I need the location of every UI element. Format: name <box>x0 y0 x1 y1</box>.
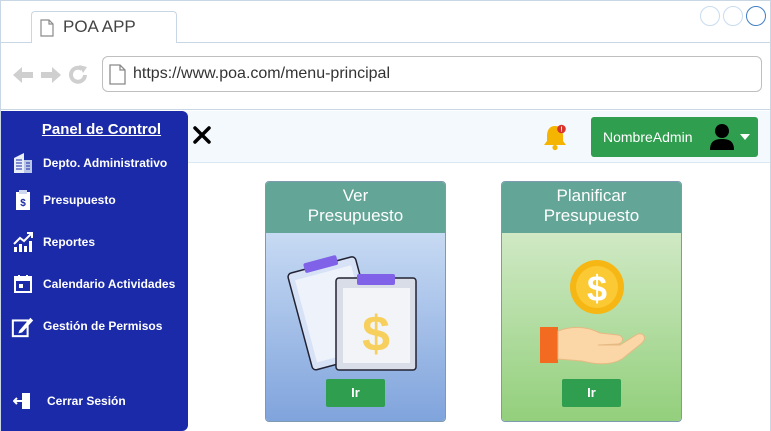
sidebar-title[interactable]: Panel de Control <box>1 121 202 138</box>
sidebar-item-label: Gestión de Permisos <box>43 319 163 333</box>
card-body: $ Ir <box>266 233 445 421</box>
card-planificar-presupuesto: Planificar Presupuesto $ Ir <box>501 181 682 422</box>
url-bar[interactable]: https://www.poa.com/menu-principal <box>102 56 762 92</box>
calendar-icon <box>11 272 35 296</box>
notification-badge: ! <box>560 127 562 134</box>
svg-text:$: $ <box>362 306 390 362</box>
sidebar-item-depto[interactable]: Depto. Administrativo <box>11 149 186 177</box>
url-text: https://www.poa.com/menu-principal <box>133 65 390 82</box>
page-icon <box>109 64 126 85</box>
sidebar-item-presupuesto[interactable]: $ Presupuesto <box>11 186 186 214</box>
nav-buttons <box>11 64 89 86</box>
card-title-line: Planificar <box>556 186 627 205</box>
notification-bell-icon[interactable]: ! <box>541 123 569 151</box>
permissions-edit-icon <box>11 314 35 338</box>
sidebar-item-label: Calendario Actividades <box>43 277 176 291</box>
sidebar-item-permisos[interactable]: Gestión de Permisos <box>11 312 186 340</box>
logout-icon <box>11 389 35 413</box>
ir-button[interactable]: Ir <box>562 379 621 407</box>
ir-button[interactable]: Ir <box>326 379 385 407</box>
forward-arrow-icon[interactable] <box>39 65 63 85</box>
user-avatar-icon <box>710 124 734 150</box>
sidebar-item-calendario[interactable]: Calendario Actividades <box>11 270 186 298</box>
chart-icon <box>11 230 35 254</box>
close-window-button[interactable] <box>746 6 766 26</box>
svg-text:$: $ <box>20 198 26 209</box>
sidebar-item-label: Reportes <box>43 235 96 249</box>
back-arrow-icon[interactable] <box>11 65 35 85</box>
budget-document-icon: $ <box>11 188 35 212</box>
browser-toolbar: https://www.poa.com/menu-principal <box>1 44 770 110</box>
window-controls <box>700 6 766 26</box>
browser-titlebar: POA APP <box>1 1 770 43</box>
card-title-line: Ver <box>342 186 369 205</box>
sidebar-item-label: Depto. Administrativo <box>43 156 168 170</box>
card-body: $ Ir <box>502 233 681 421</box>
card-title-line: Presupuesto <box>543 206 640 225</box>
sidebar-item-reportes[interactable]: Reportes <box>11 228 186 256</box>
logout-label: Cerrar Sesión <box>47 394 126 408</box>
card-title: Planificar Presupuesto <box>502 182 681 233</box>
app-content: ! NombreAdmin Panel de Control Depto. Ad… <box>1 111 770 431</box>
reload-icon[interactable] <box>67 64 89 86</box>
maximize-button[interactable] <box>723 6 743 26</box>
card-ver-presupuesto: Ver Presupuesto $ Ir <box>265 181 446 422</box>
hand-coin-icon: $ <box>540 260 645 365</box>
svg-text:$: $ <box>587 268 607 309</box>
card-title: Ver Presupuesto <box>266 182 445 233</box>
browser-tab[interactable]: POA APP <box>31 11 177 43</box>
clipboard-dollar-icon: $ <box>287 255 417 371</box>
logout-button[interactable]: Cerrar Sesión <box>11 387 186 415</box>
building-icon <box>11 151 35 175</box>
user-name: NombreAdmin <box>603 129 693 145</box>
browser-window: POA APP https://www.poa.com/menu-princip… <box>0 0 771 431</box>
chevron-down-icon <box>740 134 750 140</box>
sidebar: Panel de Control Depto. Administrativo $… <box>1 111 188 431</box>
card-title-line: Presupuesto <box>307 206 404 225</box>
user-menu-button[interactable]: NombreAdmin <box>591 117 758 157</box>
minimize-button[interactable] <box>700 6 720 26</box>
page-icon <box>40 19 54 37</box>
tab-title: POA APP <box>63 17 136 36</box>
sidebar-item-label: Presupuesto <box>43 193 116 207</box>
